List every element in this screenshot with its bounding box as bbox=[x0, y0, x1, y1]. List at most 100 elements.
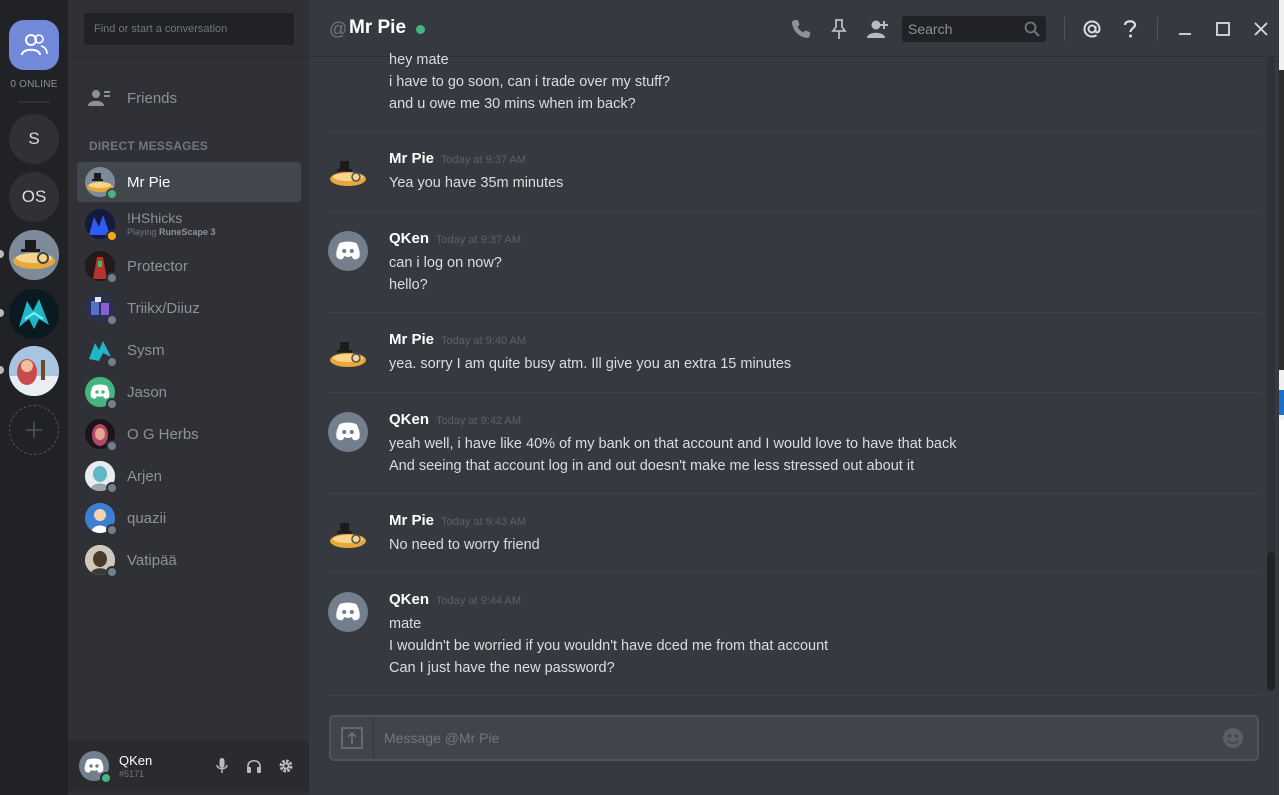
add-server-button[interactable] bbox=[9, 405, 59, 455]
message-avatar[interactable] bbox=[328, 515, 368, 555]
mentions-button[interactable] bbox=[1077, 14, 1107, 44]
dm-name: !HShicks bbox=[127, 210, 183, 226]
desktop-edge bbox=[1279, 0, 1284, 795]
dm-item-quazii[interactable]: quazii bbox=[77, 498, 301, 538]
maximize-window-button[interactable] bbox=[1208, 14, 1238, 44]
conversation-search-input[interactable] bbox=[84, 13, 294, 45]
dm-item-hshicks[interactable]: !HShicks Playing RuneScape 3 bbox=[77, 204, 301, 244]
dm-list: Mr Pie !HShicks Playing RuneScape 3 Prot… bbox=[77, 162, 301, 582]
message-list: hey mate i have to go soon, can i trade … bbox=[328, 49, 1260, 696]
status-offline-indicator bbox=[106, 482, 118, 494]
dm-name: Jason bbox=[127, 383, 168, 401]
upload-icon bbox=[341, 727, 363, 749]
channel-title: Mr Pie bbox=[349, 17, 407, 38]
message-scrollbar[interactable] bbox=[1267, 57, 1275, 691]
scrollbar-thumb[interactable] bbox=[1267, 552, 1275, 690]
dm-item-og-herbs[interactable]: O G Herbs bbox=[77, 414, 301, 454]
chat-area: @ Mr Pie Search hey mate i have to go so… bbox=[309, 0, 1284, 795]
message-avatar[interactable] bbox=[328, 412, 368, 452]
pie-avatar-icon bbox=[330, 523, 366, 548]
user-discriminator: #5171 bbox=[119, 769, 145, 779]
dm-item-triikx-diiuz[interactable]: Triikx/Diiuz bbox=[77, 288, 301, 328]
discord-avatar-icon bbox=[336, 422, 360, 441]
mute-microphone-button[interactable] bbox=[213, 757, 231, 775]
message-avatar[interactable] bbox=[328, 334, 368, 374]
discord-avatar-icon bbox=[336, 241, 360, 260]
dm-item-jason[interactable]: Jason bbox=[77, 372, 301, 412]
message-author[interactable]: QKen bbox=[389, 591, 429, 608]
dm-item-sysm[interactable]: Sysm bbox=[77, 330, 301, 370]
message-group: hey mate i have to go soon, can i trade … bbox=[328, 49, 1260, 132]
friends-home-button[interactable] bbox=[9, 20, 59, 70]
avatar bbox=[85, 503, 118, 536]
close-window-button[interactable] bbox=[1246, 14, 1276, 44]
message-text: yeah well, i have like 40% of my bank on… bbox=[389, 436, 957, 452]
dm-item-mr-pie[interactable]: Mr Pie bbox=[77, 162, 301, 202]
emoji-picker-button[interactable] bbox=[1215, 720, 1251, 756]
microphone-icon bbox=[216, 758, 228, 773]
minimize-window-button[interactable] bbox=[1170, 14, 1200, 44]
username: QKen bbox=[119, 753, 153, 768]
guild-s[interactable]: S bbox=[9, 114, 59, 164]
message-author[interactable]: Mr Pie bbox=[389, 331, 434, 348]
pinned-messages-button[interactable] bbox=[824, 14, 854, 44]
deafen-button[interactable] bbox=[245, 757, 263, 775]
dm-item-vatipaa[interactable]: Vatipää bbox=[77, 540, 301, 580]
message-timestamp: Today at 9:43 AM bbox=[441, 516, 527, 528]
guild-photo[interactable] bbox=[9, 346, 59, 396]
message-avatar[interactable] bbox=[328, 592, 368, 632]
message-author[interactable]: QKen bbox=[389, 230, 429, 247]
avatar bbox=[85, 545, 118, 578]
message-input[interactable] bbox=[374, 717, 1215, 759]
rail-separator bbox=[18, 101, 50, 103]
message-author[interactable]: Mr Pie bbox=[389, 512, 434, 529]
dm-item-arjen[interactable]: Arjen bbox=[77, 456, 301, 496]
status-online-indicator bbox=[416, 25, 425, 34]
search-icon bbox=[1024, 21, 1040, 37]
message-group: QKen Today at 9:42 AM yeah well, i have l… bbox=[328, 393, 1260, 494]
message-text: yea. sorry I am quite busy atm. Ill give… bbox=[389, 356, 792, 372]
dm-item-protector[interactable]: Protector bbox=[77, 246, 301, 286]
friends-home-icon bbox=[21, 34, 48, 56]
avatar bbox=[85, 293, 118, 326]
chat-search[interactable] bbox=[902, 15, 1046, 42]
message-timestamp: Today at 9:42 AM bbox=[436, 415, 522, 427]
user-avatar[interactable] bbox=[79, 751, 112, 784]
gear-icon bbox=[279, 759, 293, 773]
message-text: can i log on now? bbox=[389, 255, 502, 271]
help-button[interactable] bbox=[1115, 14, 1145, 44]
voice-call-button[interactable] bbox=[786, 14, 816, 44]
wolf-guild-icon bbox=[9, 289, 59, 339]
status-offline-indicator bbox=[106, 314, 118, 326]
message-text: mate bbox=[389, 616, 422, 632]
message-author[interactable]: Mr Pie bbox=[389, 150, 434, 167]
message-author[interactable]: QKen bbox=[389, 411, 429, 428]
toolbar-divider bbox=[1064, 16, 1065, 41]
activity-prefix: Playing bbox=[127, 227, 160, 237]
status-online-indicator bbox=[106, 188, 118, 200]
discord-avatar-icon bbox=[90, 384, 110, 399]
friends-nav-item[interactable]: Friends bbox=[88, 83, 177, 113]
guild-os[interactable]: OS bbox=[9, 172, 59, 222]
status-offline-indicator bbox=[106, 398, 118, 410]
upload-file-button[interactable] bbox=[331, 717, 374, 759]
guild-pie[interactable] bbox=[9, 230, 59, 280]
headphones-icon bbox=[247, 759, 261, 773]
photo-guild-icon bbox=[9, 346, 59, 396]
chat-search-input[interactable] bbox=[908, 20, 1024, 37]
message-timestamp: Today at 9:37 AM bbox=[436, 234, 522, 246]
avatar bbox=[85, 167, 118, 200]
guild-label: S bbox=[28, 129, 40, 148]
dm-name: O G Herbs bbox=[127, 425, 199, 443]
add-friend-to-dm-button[interactable] bbox=[862, 14, 892, 44]
message-avatar[interactable] bbox=[328, 153, 368, 193]
activity-game: RuneScape 3 bbox=[159, 227, 216, 237]
message-composer bbox=[329, 715, 1259, 761]
conversation-search[interactable] bbox=[84, 13, 294, 45]
guild-wolf[interactable] bbox=[9, 289, 59, 339]
direct-messages-header: DIRECT MESSAGES bbox=[89, 139, 209, 153]
pie-guild-icon bbox=[9, 230, 59, 280]
message-avatar[interactable] bbox=[328, 231, 368, 271]
server-rail: 0 ONLINE S OS bbox=[0, 0, 68, 795]
user-settings-button[interactable] bbox=[277, 757, 295, 775]
